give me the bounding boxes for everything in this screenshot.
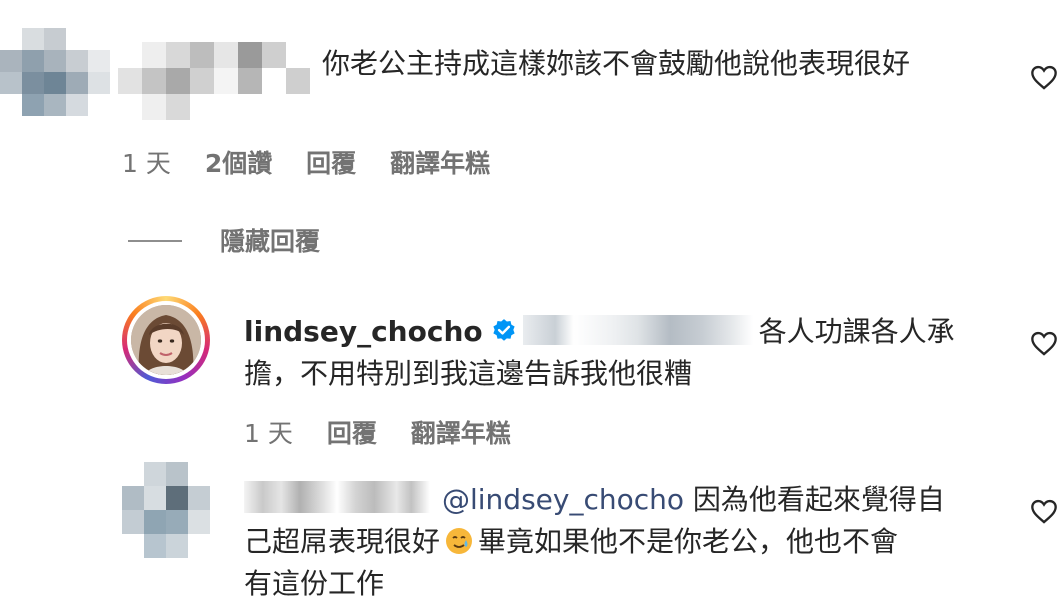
comment-meta: 1 天 2個讚 回覆 翻譯年糕 <box>122 144 516 180</box>
avatar-story-ring[interactable] <box>122 296 210 384</box>
reply-text-line2: 己超屌表現很好 畢竟如果他不是你老公，他也不會 <box>244 525 899 558</box>
avatar <box>131 305 201 375</box>
reply-text: @lindsey_chocho 因為他看起來覺得自 <box>244 480 945 520</box>
reply-button[interactable]: 回覆 <box>306 149 356 178</box>
comment-timestamp[interactable]: 1 天 <box>122 149 171 178</box>
like-count[interactable]: 2個讚 <box>205 149 272 178</box>
avatar-pixelated[interactable] <box>122 462 210 558</box>
hide-replies-button[interactable]: 隱藏回覆 <box>220 222 320 258</box>
heart-outline-icon[interactable] <box>1030 498 1058 524</box>
translate-button[interactable]: 翻譯年糕 <box>390 149 490 178</box>
translate-button[interactable]: 翻譯年糕 <box>411 419 511 448</box>
username[interactable]: lindsey_chocho <box>244 315 483 348</box>
verified-badge-icon <box>493 319 515 341</box>
mention-link[interactable]: @lindsey_chocho <box>442 483 684 516</box>
reply-text: lindsey_chocho 各人功課各人承 <box>244 315 955 348</box>
reply-meta: 1 天 回覆 翻譯年糕 <box>244 414 537 450</box>
comment-text: 你老公主持成這樣妳該不會鼓勵他說他表現很好 <box>322 47 911 80</box>
pixelated-mention <box>522 315 753 345</box>
reply-button[interactable]: 回覆 <box>327 419 377 448</box>
heart-outline-icon[interactable] <box>1030 330 1058 356</box>
heart-outline-icon[interactable] <box>1030 64 1058 90</box>
reply-text-line3: 有這份工作 <box>244 567 385 596</box>
smiling-face-with-tear-emoji <box>446 528 473 554</box>
hide-replies-divider <box>128 240 182 242</box>
reply-timestamp[interactable]: 1 天 <box>244 419 293 448</box>
username-pixelated[interactable] <box>244 481 430 513</box>
username-pixelated[interactable] <box>118 42 310 122</box>
avatar-pixelated[interactable] <box>0 28 110 118</box>
reply-text-line2: 擔，不用特別到我這邊告訴我他很糟 <box>244 357 693 390</box>
comments-panel: 你老公主持成這樣妳該不會鼓勵他說他表現很好 1 天 2個讚 回覆 翻譯年糕 隱藏… <box>0 0 1060 596</box>
